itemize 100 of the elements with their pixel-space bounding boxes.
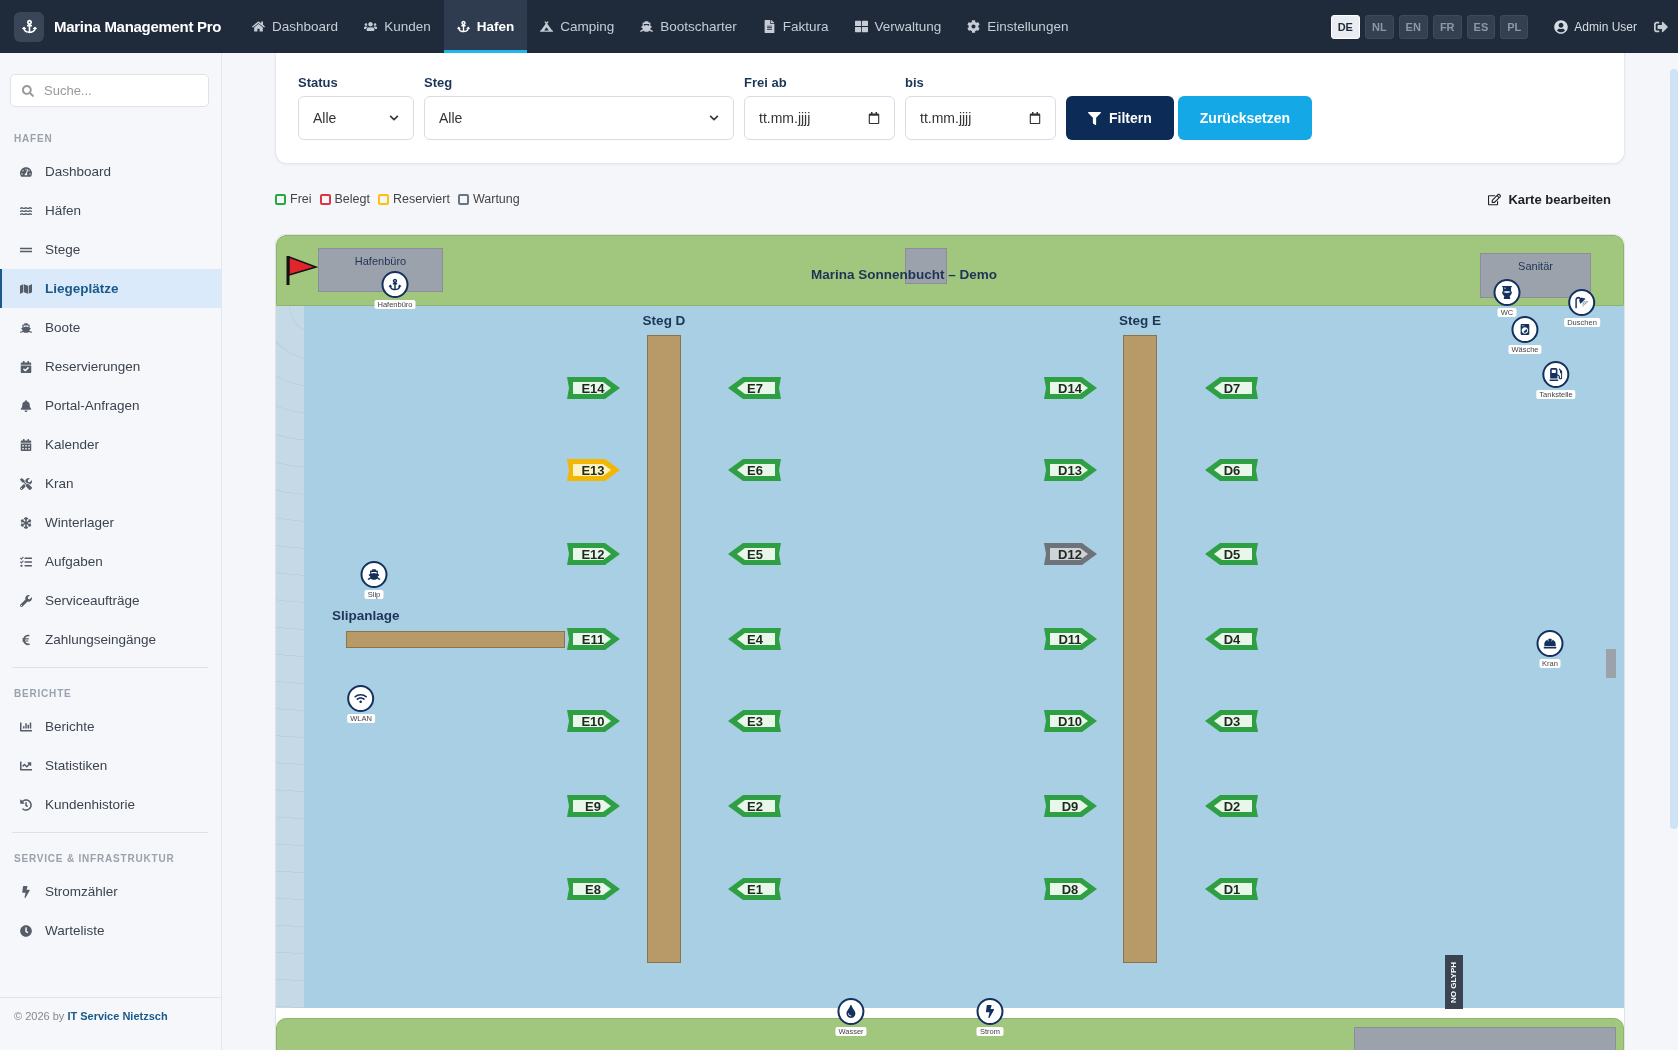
logout-icon[interactable] [1654, 19, 1668, 34]
boat-icon [640, 20, 654, 33]
berth-marker[interactable]: D6 [1204, 457, 1260, 483]
sidebar-item[interactable]: Portal-Anfragen [0, 386, 221, 425]
field-label: Frei ab [744, 75, 788, 90]
nav-tab[interactable]: Faktura [749, 0, 842, 53]
app-name[interactable]: Marina Management Pro [54, 18, 222, 35]
berth-marker[interactable]: E13 [565, 457, 621, 483]
berth-marker[interactable]: D3 [1204, 708, 1260, 734]
clock-icon [20, 924, 32, 937]
berth-marker[interactable]: D9 [1042, 793, 1098, 819]
berth-marker[interactable]: E2 [727, 793, 783, 819]
berth-marker[interactable]: E12 [565, 541, 621, 567]
berth-marker[interactable]: D8 [1042, 876, 1098, 902]
chevron-icon [389, 113, 399, 123]
pier-select[interactable]: Alle [424, 96, 734, 140]
nav-tab[interactable]: Camping [527, 0, 628, 53]
bar-chart-icon [20, 720, 32, 733]
line-chart-icon [20, 759, 32, 772]
footer-text: © 2026 by IT Service Nietzsch [0, 997, 221, 1050]
field-label: Steg [424, 75, 454, 90]
sidebar-item[interactable]: Boote [0, 308, 221, 347]
berth-marker[interactable]: D11 [1042, 626, 1098, 652]
language-button[interactable]: EN [1398, 14, 1428, 39]
language-button[interactable]: DE [1330, 14, 1360, 39]
sign: NO GLYPH [1445, 955, 1463, 1009]
sidebar-item[interactable]: Kalender [0, 425, 221, 464]
calendar-icon [1029, 112, 1041, 124]
berth-marker[interactable]: E6 [727, 457, 783, 483]
euro-icon [20, 633, 32, 646]
filter-button[interactable]: Filtern [1066, 96, 1174, 140]
history-icon [20, 798, 32, 811]
berth-marker[interactable]: D14 [1042, 375, 1098, 401]
language-button[interactable]: NL [1364, 14, 1394, 39]
language-button[interactable]: ES [1466, 14, 1496, 39]
filter-icon [1088, 111, 1101, 125]
berth-marker[interactable]: D5 [1204, 541, 1260, 567]
sidebar-item[interactable]: Kundenhistorie [0, 785, 221, 824]
sidebar-item[interactable]: Kran [0, 464, 221, 503]
berth-marker[interactable]: E4 [727, 626, 783, 652]
legend-label: Wartung [472, 192, 520, 206]
language-button[interactable]: FR [1432, 14, 1462, 39]
status-select[interactable]: Alle [298, 96, 414, 140]
berth-marker[interactable]: E3 [727, 708, 783, 734]
nav-tab[interactable]: Dashboard [239, 0, 352, 53]
berth-marker[interactable]: E8 [565, 876, 621, 902]
sidebar-item[interactable]: Warteliste [0, 911, 221, 950]
nav-tab[interactable]: Verwaltung [841, 0, 955, 53]
wrench-icon [20, 594, 32, 607]
berth-marker[interactable]: E10 [565, 708, 621, 734]
berth-marker[interactable]: E5 [727, 541, 783, 567]
sidebar-item[interactable]: Dashboard [0, 152, 221, 191]
bell-icon [20, 399, 32, 412]
company-link[interactable]: IT Service Nietzsch [67, 1010, 168, 1022]
date-field[interactable]: tt.mm.jjjj [744, 96, 895, 140]
berth-marker[interactable]: D4 [1204, 626, 1260, 652]
tent-icon [540, 20, 554, 33]
building[interactable]: Sanitär [1480, 253, 1591, 298]
user-menu[interactable]: Admin User [1554, 19, 1637, 34]
sidebar-item[interactable]: Winterlager [0, 503, 221, 542]
sidebar-item[interactable]: Liegeplätze [0, 269, 221, 308]
sidebar-item[interactable]: Statistiken [0, 746, 221, 785]
berth-marker[interactable]: D7 [1204, 375, 1260, 401]
nav-tab[interactable]: Hafen [443, 0, 528, 53]
section-title: BERICHTE [13, 687, 73, 701]
bolt-icon [20, 885, 32, 898]
pier-label: Steg D [642, 313, 686, 328]
section-title: HAFEN [13, 132, 54, 146]
grid-icon [854, 20, 868, 33]
sidebar-item[interactable]: Häfen [0, 191, 221, 230]
nav-tab[interactable]: Einstellungen [954, 0, 1082, 53]
tools-icon [20, 477, 32, 490]
sidebar-item[interactable]: Berichte [0, 707, 221, 746]
date-field[interactable]: tt.mm.jjjj [905, 96, 1056, 140]
building-label: Sanitär [1518, 260, 1553, 272]
nav-tab[interactable]: Bootscharter [627, 0, 750, 53]
sidebar-item[interactable]: Aufgaben [0, 542, 221, 581]
berth-marker[interactable]: D10 [1042, 708, 1098, 734]
building[interactable]: Hafenbüro [318, 248, 443, 292]
berth-marker[interactable]: E7 [727, 375, 783, 401]
sidebar-item[interactable]: Serviceaufträge [0, 581, 221, 620]
anchor-icon [456, 20, 470, 33]
language-button[interactable]: PL [1500, 14, 1529, 39]
nav-tab[interactable]: Kunden [351, 0, 444, 53]
berth-marker[interactable]: E1 [727, 876, 783, 902]
berth-marker[interactable]: E11 [565, 626, 621, 652]
berth-marker[interactable]: E14 [565, 375, 621, 401]
sidebar-item[interactable]: Stromzähler [0, 872, 221, 911]
berth-marker[interactable]: E9 [565, 793, 621, 819]
berth-marker[interactable]: D1 [1204, 876, 1260, 902]
edit-map-link[interactable]: Karte bearbeiten [1488, 191, 1611, 207]
berth-marker[interactable]: D13 [1042, 457, 1098, 483]
berth-marker[interactable]: D12 [1042, 541, 1098, 567]
anchor-logo-icon[interactable] [14, 11, 44, 42]
sidebar-item[interactable]: Stege [0, 230, 221, 269]
field-label: Status [298, 75, 339, 90]
sidebar-item[interactable]: Reservierungen [0, 347, 221, 386]
boat-icon [20, 321, 32, 334]
sidebar-item[interactable]: Zahlungseingänge [0, 620, 221, 659]
berth-marker[interactable]: D2 [1204, 793, 1260, 819]
